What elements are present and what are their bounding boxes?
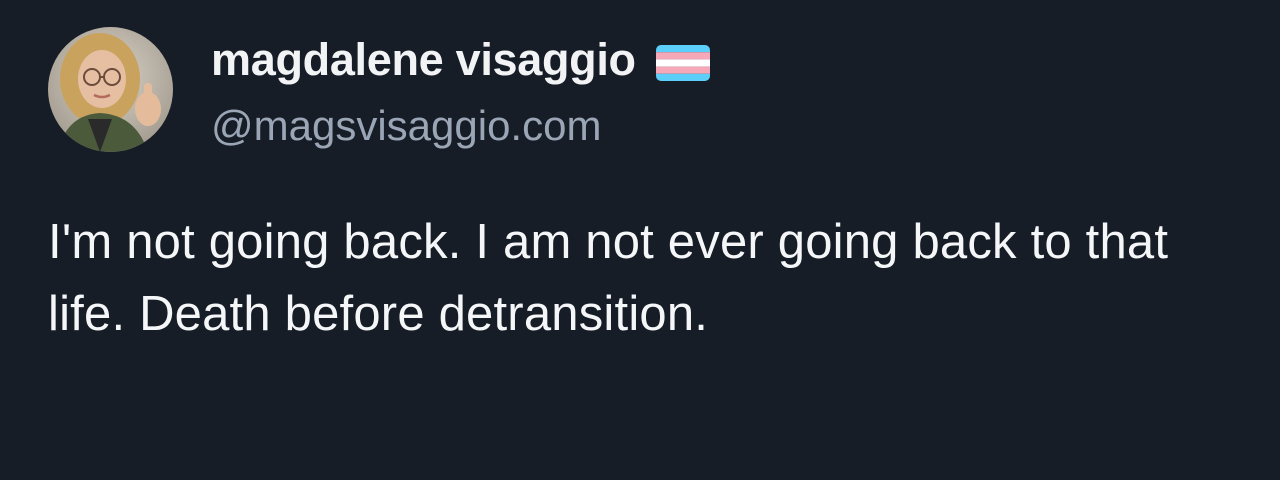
- transgender-flag-icon: [655, 45, 710, 81]
- avatar-photo: [48, 27, 173, 152]
- author-row: magdalene visaggio: [211, 32, 710, 88]
- avatar[interactable]: [48, 27, 173, 152]
- display-name[interactable]: magdalene visaggio: [211, 34, 636, 86]
- post-text: I'm not going back. I am not ever going …: [48, 215, 1169, 341]
- author-handle[interactable]: @magsvisaggio.com: [211, 102, 601, 150]
- post-card: magdalene visaggio @magsvisaggio.com I'm…: [0, 0, 1280, 480]
